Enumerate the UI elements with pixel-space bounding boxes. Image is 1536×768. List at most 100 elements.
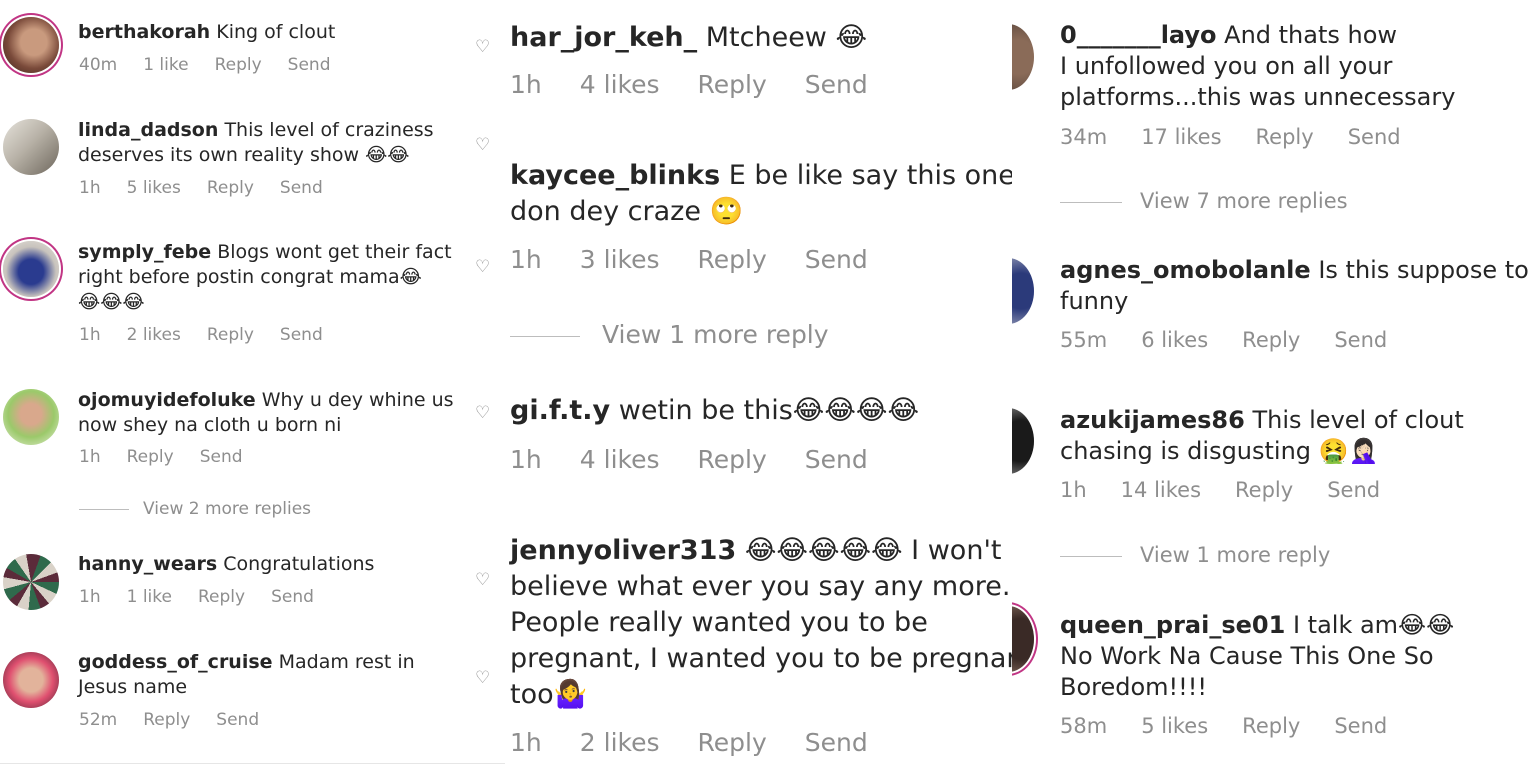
divider-line bbox=[79, 508, 129, 510]
avatar[interactable] bbox=[3, 554, 59, 610]
heart-outline-icon[interactable]: ♡ bbox=[475, 37, 490, 57]
username[interactable]: linda_dadson bbox=[78, 119, 218, 141]
reply-button[interactable]: Reply bbox=[698, 245, 767, 274]
comment-text-line: don dey craze 🙄 bbox=[510, 196, 744, 227]
comment-text: linda_dadson This level of craziness bbox=[78, 119, 434, 141]
avatar[interactable] bbox=[3, 652, 59, 708]
reply-button[interactable]: Reply bbox=[215, 55, 262, 75]
reply-button[interactable]: Reply bbox=[698, 70, 767, 99]
comment-meta: 1h 5 likes Reply Send bbox=[79, 178, 349, 198]
comment-text: ojomuyidefoluke Why u dey whine us bbox=[78, 389, 454, 411]
timestamp: 1h bbox=[510, 728, 542, 757]
timestamp: 1h bbox=[510, 70, 542, 99]
username[interactable]: berthakorah bbox=[78, 21, 210, 43]
send-button[interactable]: Send bbox=[216, 710, 259, 730]
username[interactable]: gi.f.t.y bbox=[510, 395, 610, 426]
timestamp: 58m bbox=[1060, 714, 1108, 738]
likes-count[interactable]: 3 likes bbox=[580, 245, 660, 274]
comment-text-line: Boredom!!!! bbox=[1060, 673, 1208, 701]
reply-button[interactable]: Reply bbox=[207, 325, 254, 345]
heart-outline-icon[interactable]: ♡ bbox=[475, 570, 490, 590]
comment-text-line: pregnant, I wanted you to be pregnan bbox=[510, 643, 1024, 674]
likes-count[interactable]: 4 likes bbox=[580, 70, 660, 99]
username[interactable]: 0_______layo bbox=[1060, 21, 1217, 49]
username[interactable]: ojomuyidefoluke bbox=[78, 389, 256, 411]
send-button[interactable]: Send bbox=[1327, 478, 1380, 502]
reply-button[interactable]: Reply bbox=[143, 710, 190, 730]
username[interactable]: jennyoliver313 bbox=[510, 535, 736, 566]
username[interactable]: hanny_wears bbox=[78, 553, 217, 575]
send-button[interactable]: Send bbox=[1348, 125, 1401, 149]
view-more-replies[interactable]: View 7 more replies bbox=[1060, 189, 1348, 213]
send-button[interactable]: Send bbox=[288, 55, 331, 75]
send-button[interactable]: Send bbox=[280, 325, 323, 345]
send-button[interactable]: Send bbox=[805, 70, 868, 99]
username[interactable]: azukijames86 bbox=[1060, 406, 1245, 434]
view-more-replies[interactable]: View 1 more reply bbox=[510, 320, 829, 349]
likes-count[interactable]: 5 likes bbox=[1141, 714, 1208, 738]
send-button[interactable]: Send bbox=[805, 728, 868, 757]
send-button[interactable]: Send bbox=[1334, 714, 1387, 738]
username[interactable]: queen_prai_se01 bbox=[1060, 611, 1285, 639]
avatar[interactable] bbox=[1012, 606, 1034, 672]
comment-meta: 1h 4 likes Reply Send bbox=[510, 70, 906, 99]
send-button[interactable]: Send bbox=[271, 587, 314, 607]
avatar[interactable] bbox=[3, 17, 59, 73]
likes-count[interactable]: 5 likes bbox=[127, 178, 181, 198]
comments-panel-middle: ♡ har_jor_keh_ Mtcheew 😂 1h 4 likes Reply S… bbox=[475, 0, 1024, 768]
heart-outline-icon[interactable]: ♡ bbox=[475, 403, 490, 423]
comment-text: berthakorah King of clout bbox=[78, 21, 336, 43]
likes-count[interactable]: 17 likes bbox=[1141, 125, 1221, 149]
send-button[interactable]: Send bbox=[200, 447, 243, 467]
send-button[interactable]: Send bbox=[805, 245, 868, 274]
comment-meta: 55m 6 likes Reply Send bbox=[1060, 328, 1421, 352]
comment-meta: 1h 14 likes Reply Send bbox=[1060, 478, 1414, 502]
reply-button[interactable]: Reply bbox=[1242, 714, 1300, 738]
likes-count[interactable]: 1 like bbox=[127, 587, 172, 607]
comment-meta: 1h 3 likes Reply Send bbox=[510, 245, 906, 274]
reply-button[interactable]: Reply bbox=[127, 447, 174, 467]
likes-count[interactable]: 4 likes bbox=[580, 445, 660, 474]
avatar[interactable] bbox=[3, 119, 59, 175]
avatar[interactable] bbox=[3, 241, 59, 297]
likes-count[interactable]: 14 likes bbox=[1121, 478, 1201, 502]
comment-text: 0_______layo And thats how bbox=[1060, 21, 1398, 49]
reply-button[interactable]: Reply bbox=[1256, 125, 1314, 149]
comment-text-line: right before postin congrat mama😂 bbox=[78, 266, 422, 288]
avatar[interactable] bbox=[1012, 258, 1034, 324]
send-button[interactable]: Send bbox=[805, 445, 868, 474]
avatar[interactable] bbox=[3, 389, 59, 445]
username[interactable]: har_jor_keh_ bbox=[510, 22, 697, 53]
send-button[interactable]: Send bbox=[1334, 328, 1387, 352]
username[interactable]: goddess_of_cruise bbox=[78, 651, 273, 673]
reply-button[interactable]: Reply bbox=[1235, 478, 1293, 502]
likes-count[interactable]: 6 likes bbox=[1141, 328, 1208, 352]
divider bbox=[0, 763, 505, 764]
comment-text-line: platforms...this was unnecessary bbox=[1060, 83, 1456, 111]
reply-button[interactable]: Reply bbox=[207, 178, 254, 198]
reply-button[interactable]: Reply bbox=[698, 445, 767, 474]
username[interactable]: symply_febe bbox=[78, 241, 211, 263]
likes-count[interactable]: 1 like bbox=[143, 55, 188, 75]
reply-button[interactable]: Reply bbox=[1242, 328, 1300, 352]
view-more-replies[interactable]: View 1 more reply bbox=[1060, 543, 1330, 567]
comment-meta: 1h 2 likes Reply Send bbox=[510, 728, 906, 757]
comment-text: queen_prai_se01 I talk am😂😂 bbox=[1060, 611, 1455, 639]
timestamp: 1h bbox=[1060, 478, 1087, 502]
view-more-replies[interactable]: View 2 more replies bbox=[79, 499, 311, 519]
send-button[interactable]: Send bbox=[280, 178, 323, 198]
heart-outline-icon[interactable]: ♡ bbox=[475, 257, 490, 277]
comment-text: kaycee_blinks E be like say this one bbox=[510, 160, 1015, 191]
avatar[interactable] bbox=[1012, 408, 1034, 474]
heart-outline-icon[interactable]: ♡ bbox=[475, 135, 490, 155]
likes-count[interactable]: 2 likes bbox=[580, 728, 660, 757]
comment-meta: 58m 5 likes Reply Send bbox=[1060, 714, 1421, 738]
avatar[interactable] bbox=[1012, 24, 1034, 90]
heart-outline-icon[interactable]: ♡ bbox=[475, 668, 490, 688]
reply-button[interactable]: Reply bbox=[698, 728, 767, 757]
timestamp: 40m bbox=[79, 55, 118, 75]
reply-button[interactable]: Reply bbox=[198, 587, 245, 607]
username[interactable]: kaycee_blinks bbox=[510, 160, 720, 191]
username[interactable]: agnes_omobolanle bbox=[1060, 256, 1311, 284]
likes-count[interactable]: 2 likes bbox=[127, 325, 181, 345]
